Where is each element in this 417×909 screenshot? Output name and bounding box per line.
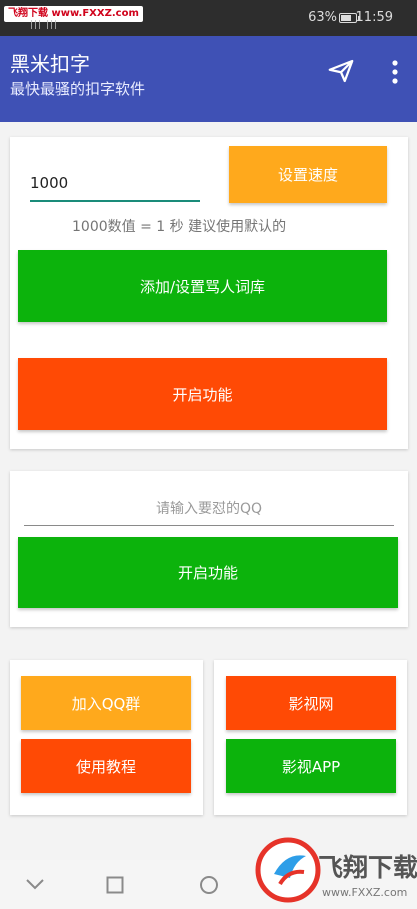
watermark-badge: 飞翔下载 www.FXXZ.com xyxy=(4,6,143,22)
more-vert-icon[interactable] xyxy=(385,58,405,88)
qq-input[interactable] xyxy=(24,492,394,526)
watermark-logo: 飞翔下载 www.FXXZ.com xyxy=(255,837,417,903)
join-qq-group-button[interactable]: 加入QQ群 xyxy=(21,676,191,730)
tutorial-button[interactable]: 使用教程 xyxy=(21,739,191,793)
speed-input[interactable] xyxy=(30,166,200,202)
clock: 11:59 xyxy=(355,10,393,25)
battery-icon xyxy=(339,13,360,23)
square-icon[interactable] xyxy=(106,876,124,894)
status-bar: 飞翔下载 www.FXXZ.com ||| ||| 63% 11:59 xyxy=(0,0,417,36)
start-function-button[interactable]: 开启功能 xyxy=(18,358,387,430)
logo-url: www.FXXZ.com xyxy=(322,886,407,899)
add-library-button[interactable]: 添加/设置骂人词库 xyxy=(18,250,387,322)
qq-start-button[interactable]: 开启功能 xyxy=(18,537,398,608)
movie-app-button[interactable]: 影视APP xyxy=(226,739,396,793)
app-title: 黑米扣字 xyxy=(10,52,90,76)
speed-hint: 1000数值 = 1 秒 建议使用默认的 xyxy=(72,219,287,235)
send-icon[interactable] xyxy=(326,56,356,86)
app-bar: 黑米扣字 最快最骚的扣字软件 xyxy=(0,36,417,122)
app-subtitle: 最快最骚的扣字软件 xyxy=(10,80,146,98)
logo-text: 飞翔下载 xyxy=(318,853,417,882)
signal-icon: ||| ||| xyxy=(30,20,59,30)
movie-site-button[interactable]: 影视网 xyxy=(226,676,396,730)
circle-icon[interactable] xyxy=(199,875,219,895)
set-speed-button[interactable]: 设置速度 xyxy=(229,146,387,203)
battery-percent: 63% xyxy=(308,10,337,25)
chevron-down-icon[interactable] xyxy=(24,876,46,892)
